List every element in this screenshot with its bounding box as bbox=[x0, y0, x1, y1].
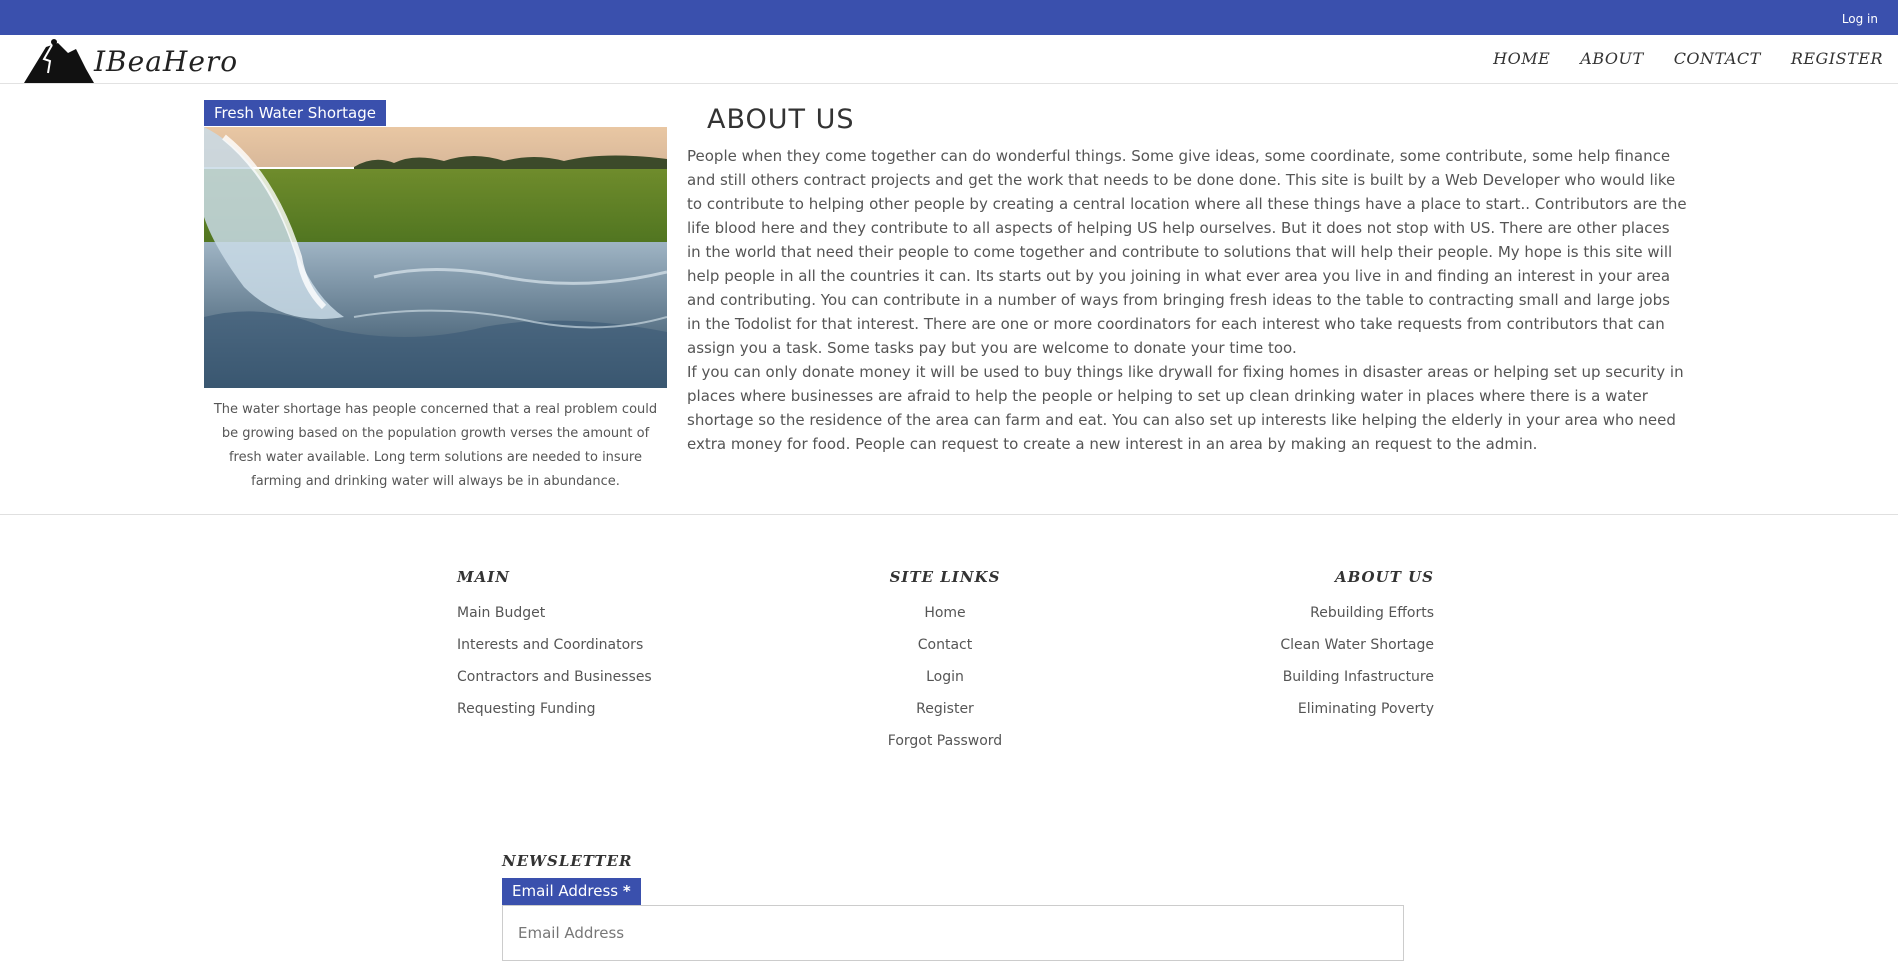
footer-link-contractors[interactable]: Contractors and Businesses bbox=[457, 661, 652, 693]
footer-link-login[interactable]: Login bbox=[860, 661, 1030, 693]
footer-link-clean-water[interactable]: Clean Water Shortage bbox=[1234, 629, 1434, 661]
top-bar: Log in bbox=[0, 0, 1898, 35]
nav-register[interactable]: REGISTER bbox=[1791, 49, 1883, 68]
footer-link-home[interactable]: Home bbox=[860, 597, 1030, 629]
card-caption: The water shortage has people concerned … bbox=[213, 402, 658, 489]
footer-link-contact[interactable]: Contact bbox=[860, 629, 1030, 661]
about-title: ABOUT US bbox=[707, 104, 855, 135]
footer-about-column: ABOUT US Rebuilding Efforts Clean Water … bbox=[1234, 568, 1434, 725]
footer-link-forgot-password[interactable]: Forgot Password bbox=[860, 725, 1030, 757]
section-divider bbox=[0, 514, 1898, 515]
footer-link-register[interactable]: Register bbox=[860, 693, 1030, 725]
email-label: Email Address * bbox=[502, 878, 641, 905]
about-paragraph-2: If you can only donate money it will be … bbox=[687, 363, 1684, 453]
brand-name: IBeaHero bbox=[94, 45, 239, 78]
water-image bbox=[204, 127, 667, 388]
about-body: People when they come together can do wo… bbox=[687, 144, 1687, 456]
footer-link-poverty[interactable]: Eliminating Poverty bbox=[1234, 693, 1434, 725]
card-tag[interactable]: Fresh Water Shortage bbox=[204, 100, 386, 126]
nav-about[interactable]: ABOUT bbox=[1580, 49, 1643, 68]
footer-about-title: ABOUT US bbox=[1334, 568, 1434, 586]
footer-main-title: MAIN bbox=[457, 568, 510, 586]
email-input[interactable] bbox=[502, 905, 1404, 961]
footer-site-links-title: SITE LINKS bbox=[889, 568, 1001, 586]
footer-link-main-budget[interactable]: Main Budget bbox=[457, 597, 652, 629]
newsletter-title: NEWSLETTER bbox=[502, 852, 633, 870]
email-label-text: Email Address bbox=[512, 882, 619, 900]
site-logo[interactable]: IBeaHero bbox=[24, 39, 244, 83]
main-navbar: IBeaHero HOME ABOUT CONTACT REGISTER bbox=[0, 35, 1898, 84]
login-link[interactable]: Log in bbox=[1842, 12, 1878, 26]
required-mark: * bbox=[622, 882, 631, 900]
footer-site-links-column: SITE LINKS Home Contact Login Register F… bbox=[860, 568, 1030, 757]
footer-main-column: MAIN Main Budget Interests and Coordinat… bbox=[457, 568, 652, 725]
footer-link-interests[interactable]: Interests and Coordinators bbox=[457, 629, 652, 661]
primary-nav: HOME ABOUT CONTACT REGISTER bbox=[1493, 49, 1883, 68]
nav-contact[interactable]: CONTACT bbox=[1674, 49, 1761, 68]
footer-link-infrastructure[interactable]: Building Infastructure bbox=[1234, 661, 1434, 693]
footer-link-funding[interactable]: Requesting Funding bbox=[457, 693, 652, 725]
climber-logo-icon bbox=[24, 39, 94, 83]
nav-home[interactable]: HOME bbox=[1493, 49, 1550, 68]
footer-link-rebuilding[interactable]: Rebuilding Efforts bbox=[1234, 597, 1434, 629]
about-paragraph-1: People when they come together can do wo… bbox=[687, 147, 1687, 357]
